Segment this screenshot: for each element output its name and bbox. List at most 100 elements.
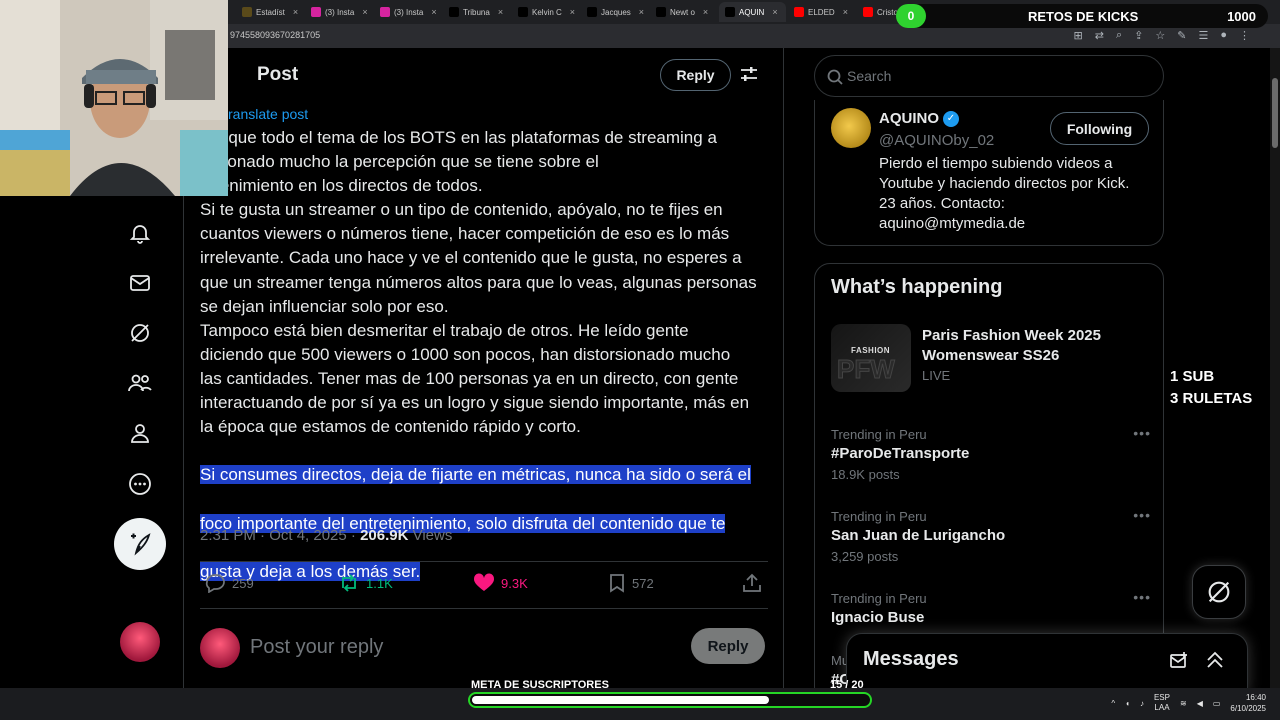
volume-icon[interactable]: ◀	[1197, 699, 1203, 708]
trend-item[interactable]: Trending in Peru #ParoDeTransporte 18.9K…	[831, 425, 1151, 482]
browser-tab[interactable]: Newt o ×	[650, 2, 717, 22]
bookmark-count: 572	[632, 575, 654, 591]
reply-submit-button[interactable]: Reply	[691, 628, 765, 664]
translate-icon[interactable]: ⇄	[1095, 29, 1104, 42]
event-image-watermark: PFW	[837, 354, 896, 385]
reply-count: 259	[232, 575, 254, 591]
nav-profile[interactable]	[124, 417, 156, 449]
share-icon[interactable]: ⇪	[1134, 29, 1143, 42]
browser-tab[interactable]: AQUIN ×	[719, 2, 786, 22]
browser-tab[interactable]: Kelvin C ×	[512, 2, 579, 22]
reply-input[interactable]: Post your reply	[250, 636, 383, 659]
panel-title: What’s happening	[831, 276, 1003, 298]
tab-close-icon[interactable]: ×	[431, 7, 436, 17]
grok-floating-button[interactable]	[1192, 565, 1246, 619]
scrollbar-thumb[interactable]	[1272, 78, 1278, 148]
tab-label: Estadíst	[256, 7, 285, 17]
trend-context: Trending in Peru	[831, 427, 927, 442]
install-icon[interactable]: ⊞	[1074, 29, 1083, 42]
bookmark-star-icon[interactable]: ☆	[1155, 29, 1165, 42]
profile-name[interactable]: AQUINO ✓	[879, 110, 959, 127]
menu-dots-icon[interactable]: ⋮	[1239, 29, 1250, 42]
trend-item[interactable]: Trending in Peru Ignacio Buse •••	[831, 589, 1151, 626]
compose-post-button[interactable]	[114, 518, 166, 570]
sliders-icon[interactable]	[740, 66, 758, 82]
tab-favicon-icon	[656, 7, 666, 17]
browser-tab[interactable]: ELDED ×	[788, 2, 855, 22]
messages-title: Messages	[863, 648, 959, 670]
tab-label: Tribuna	[463, 7, 490, 17]
tab-label: Cristo	[877, 7, 898, 17]
tab-close-icon[interactable]: ×	[843, 7, 848, 17]
search-box[interactable]: Search	[814, 55, 1164, 97]
new-message-icon[interactable]	[1169, 651, 1189, 671]
reply-header-button[interactable]: Reply	[660, 59, 731, 91]
following-button[interactable]: Following	[1050, 112, 1149, 145]
reading-list-icon[interactable]: ☰	[1198, 29, 1208, 42]
subs-goal-count: 15 / 20	[830, 679, 864, 691]
tab-label: Newt o	[670, 7, 695, 17]
post-paragraph: Si te gusta un streamer o un tipo de con…	[200, 200, 757, 316]
nav-grok[interactable]	[124, 317, 156, 349]
account-avatar[interactable]	[120, 622, 160, 662]
more-dots-icon[interactable]: •••	[1133, 425, 1151, 441]
tab-close-icon[interactable]: ×	[772, 7, 777, 17]
share-icon	[743, 573, 761, 592]
nav-messages[interactable]	[124, 267, 156, 299]
goal-target: 1000	[1227, 9, 1256, 24]
nav-communities[interactable]	[124, 367, 156, 399]
mic-icon[interactable]: ♪	[1140, 699, 1144, 708]
tab-close-icon[interactable]: ×	[570, 7, 575, 17]
sub-promo-overlay: 1 SUB 3 RULETAS	[1170, 366, 1252, 410]
extension-icon[interactable]: ✎	[1177, 29, 1186, 42]
event-title[interactable]: Paris Fashion Week 2025 Womenswear SS26	[922, 326, 1122, 366]
trend-context: Trending in Peru	[831, 509, 927, 524]
tab-close-icon[interactable]: ×	[293, 7, 298, 17]
zoom-icon[interactable]: ⌕	[1116, 29, 1122, 42]
browser-tab[interactable]: (3) Insta ×	[305, 2, 372, 22]
profile-avatar[interactable]	[831, 108, 871, 148]
browser-tab[interactable]: Estadíst ×	[236, 2, 303, 22]
wifi-icon[interactable]: ≋	[1180, 699, 1187, 708]
messages-drawer[interactable]: Messages	[846, 633, 1248, 693]
clock-time: 16:40	[1245, 693, 1266, 702]
browser-tab[interactable]: Jacques ×	[581, 2, 648, 22]
tab-favicon-icon	[863, 7, 873, 17]
url-text[interactable]: 974558093670281705	[230, 30, 320, 40]
tab-close-icon[interactable]: ×	[362, 7, 367, 17]
language-indicator[interactable]: ESP LAA	[1154, 693, 1170, 713]
clock[interactable]: 16:40 6/10/2025	[1230, 692, 1266, 714]
tab-label: (3) Insta	[394, 7, 424, 17]
share-action[interactable]	[742, 573, 762, 593]
network-icon[interactable]: ◖	[1125, 699, 1130, 708]
tab-close-icon[interactable]: ×	[498, 7, 503, 17]
profile-icon[interactable]: ●	[1220, 29, 1227, 42]
browser-tab[interactable]: (3) Insta ×	[374, 2, 441, 22]
tray-overflow-icon[interactable]: ^	[1111, 699, 1115, 708]
page-scrollbar[interactable]	[1270, 48, 1280, 688]
profile-handle[interactable]: @AQUINOby_02	[879, 132, 994, 149]
reply-action[interactable]: 259	[204, 573, 254, 593]
bookmark-action[interactable]: 572	[608, 573, 654, 593]
translate-post-link[interactable]: ranslate post	[228, 106, 308, 122]
webcam-overlay	[0, 0, 228, 196]
event-thumbnail[interactable]: PFW FASHION	[831, 324, 911, 392]
more-dots-icon[interactable]: •••	[1133, 589, 1151, 605]
nav-notifications[interactable]	[124, 217, 156, 249]
repost-action[interactable]: 1.1K	[338, 573, 393, 593]
search-input[interactable]: Search	[847, 68, 891, 84]
heart-icon	[473, 573, 495, 591]
post-paragraph: Tampoco está bien desmeritar el trabajo …	[200, 320, 750, 437]
repost-count: 1.1K	[366, 575, 393, 591]
chevron-up-icon[interactable]	[1205, 650, 1225, 670]
post-timestamp[interactable]: 2:31 PM · Oct 4, 2025 ·	[200, 527, 360, 544]
tab-close-icon[interactable]: ×	[703, 7, 708, 17]
like-action[interactable]: 9.3K	[473, 573, 528, 593]
nav-more[interactable]	[124, 468, 156, 500]
tab-close-icon[interactable]: ×	[639, 7, 644, 17]
browser-tab[interactable]: Tribuna ×	[443, 2, 510, 22]
battery-icon[interactable]: ▭	[1213, 699, 1221, 708]
trend-name: #ParoDeTransporte	[831, 445, 970, 462]
trend-item[interactable]: Trending in Peru San Juan de Lurigancho …	[831, 507, 1151, 564]
more-dots-icon[interactable]: •••	[1133, 507, 1151, 523]
